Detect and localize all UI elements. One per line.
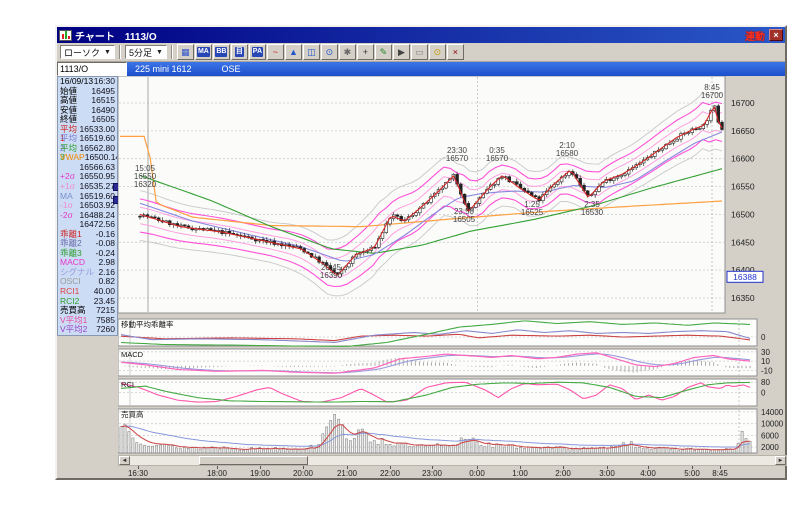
svg-text:16570: 16570: [486, 154, 509, 163]
time-axis-label: 18:00: [206, 469, 228, 478]
svg-text:16550: 16550: [731, 182, 755, 192]
svg-text:16350: 16350: [731, 293, 755, 303]
svg-text:6000: 6000: [761, 431, 779, 440]
svg-text:16525: 16525: [521, 208, 544, 217]
draw-line-icon[interactable]: ✎: [374, 44, 392, 60]
svg-text:16580: 16580: [556, 149, 579, 158]
svg-text:売買高: 売買高: [121, 409, 144, 419]
chart-type-icon[interactable]: ▦: [176, 44, 194, 60]
window-title: チャート 1113/O: [75, 31, 157, 43]
svg-text:16388: 16388: [733, 272, 757, 282]
svg-text:0: 0: [761, 389, 766, 398]
instrument-strip: 225 mini 1612 OSE: [127, 62, 785, 76]
chevron-down-icon: ▼: [155, 48, 163, 56]
time-axis-label: 3:00: [599, 469, 615, 478]
chart-type-dropdown[interactable]: ローソク ▼: [60, 45, 115, 59]
svg-text:10: 10: [761, 357, 770, 366]
time-axis-label: 8:45: [712, 469, 728, 478]
time-axis-label: 2:00: [555, 469, 571, 478]
clear-icon[interactable]: ×: [446, 44, 464, 60]
svg-text:RCI: RCI: [121, 380, 134, 389]
eraser-icon[interactable]: ▭: [410, 44, 428, 60]
svg-text:16700: 16700: [731, 98, 755, 108]
scroll-right-button[interactable]: ►: [775, 456, 786, 465]
svg-text:16505: 16505: [453, 215, 476, 224]
time-axis-label: 21:00: [336, 469, 358, 478]
toolbar: ローソク ▼ 5分足 ▼ ▦ MA BB 目 PA ~ ▲ ◫ ⊙ ✱ + ✎ ▶ ▭ ⊙ ×: [57, 43, 785, 62]
svg-text:16700: 16700: [701, 91, 724, 100]
chevron-down-icon: ▼: [104, 48, 111, 56]
parabolic-indicator-icon[interactable]: PA: [248, 44, 266, 60]
time-axis-label: 20:00: [292, 469, 314, 478]
link-toggle-button[interactable]: 連動: [745, 28, 765, 43]
titlebar: チャート 1113/O 連動 ×: [57, 27, 785, 43]
time-axis-label: 4:00: [640, 469, 656, 478]
time-axis-label: 5:00: [684, 469, 700, 478]
time-axis-label: 19:00: [249, 469, 271, 478]
search-icon[interactable]: ⊙: [428, 44, 446, 60]
horizontal-scrollbar[interactable]: ◄ ►: [118, 455, 787, 466]
svg-text:30: 30: [761, 348, 770, 357]
chart-window: チャート 1113/O 連動 × ローソク ▼ 5分足 ▼ ▦ MA BB 目 PA ~ ▲ ◫ ⊙…: [55, 25, 787, 480]
app-icon: [59, 29, 72, 41]
info-bar: 225 mini 1612 OSE: [57, 62, 785, 76]
crosshair-icon[interactable]: +: [356, 44, 374, 60]
svg-text:2000: 2000: [761, 443, 779, 452]
svg-text:10000: 10000: [761, 420, 784, 429]
svg-text:16390: 16390: [320, 271, 343, 280]
svg-text:16500: 16500: [731, 209, 755, 219]
svg-text:14000: 14000: [761, 408, 784, 417]
exchange-name: OSE: [221, 64, 241, 74]
pointer-icon[interactable]: ▶: [392, 44, 410, 60]
settings-icon[interactable]: ✱: [338, 44, 356, 60]
scrollbar-thumb[interactable]: [199, 456, 308, 465]
ichimoku-indicator-icon[interactable]: 目: [230, 44, 248, 60]
svg-text:16570: 16570: [446, 154, 469, 163]
timeframe-dropdown[interactable]: 5分足 ▼: [124, 45, 167, 59]
compare-chart-icon[interactable]: ◫: [302, 44, 320, 60]
quote-panel: 16/09/13 16:30 始値 16495 高値 16515 安値 16490 終値 16…: [57, 76, 118, 336]
bb-indicator-icon[interactable]: BB: [212, 44, 230, 60]
close-button[interactable]: ×: [769, 29, 783, 41]
time-axis-label: 22:00: [379, 469, 401, 478]
quote-row: V平均2 7260: [60, 324, 115, 335]
time-axis-label: 1:00: [512, 469, 528, 478]
time-axis-label: 16:30: [127, 469, 149, 478]
svg-text:移動平均乖離率: 移動平均乖離率: [121, 319, 174, 329]
time-axis-label: 0:00: [469, 469, 485, 478]
time-axis: 16:30 18:00 19:00 20:00 21:00 22:00 23:00 0:00 1…: [118, 466, 787, 479]
svg-text:80: 80: [761, 378, 770, 387]
svg-text:16650: 16650: [731, 126, 755, 136]
chart-peak-icon[interactable]: ▲: [284, 44, 302, 60]
svg-text:-10: -10: [761, 366, 773, 375]
symbol-input[interactable]: [57, 62, 127, 76]
svg-text:16530: 16530: [581, 208, 604, 217]
svg-text:0: 0: [761, 333, 766, 342]
svg-text:16320: 16320: [134, 180, 157, 189]
ma-indicator-icon[interactable]: MA: [194, 44, 212, 60]
time-axis-label: 23:00: [421, 469, 443, 478]
chart-canvas[interactable]: 16700 16650 16600 16550 16500 16450 16400 16350…: [117, 75, 787, 456]
svg-text:16600: 16600: [731, 154, 755, 164]
instrument-name: 225 mini 1612: [135, 64, 192, 74]
scroll-left-button[interactable]: ◄: [119, 456, 130, 465]
zoom-chart-icon[interactable]: ⊙: [320, 44, 338, 60]
svg-text:MACD: MACD: [121, 350, 144, 359]
chart-content: 16/09/13 16:30 始値 16495 高値 16515 安値 16490 終値 16…: [57, 75, 787, 479]
svg-text:16450: 16450: [731, 237, 755, 247]
line-chart-icon[interactable]: ~: [266, 44, 284, 60]
